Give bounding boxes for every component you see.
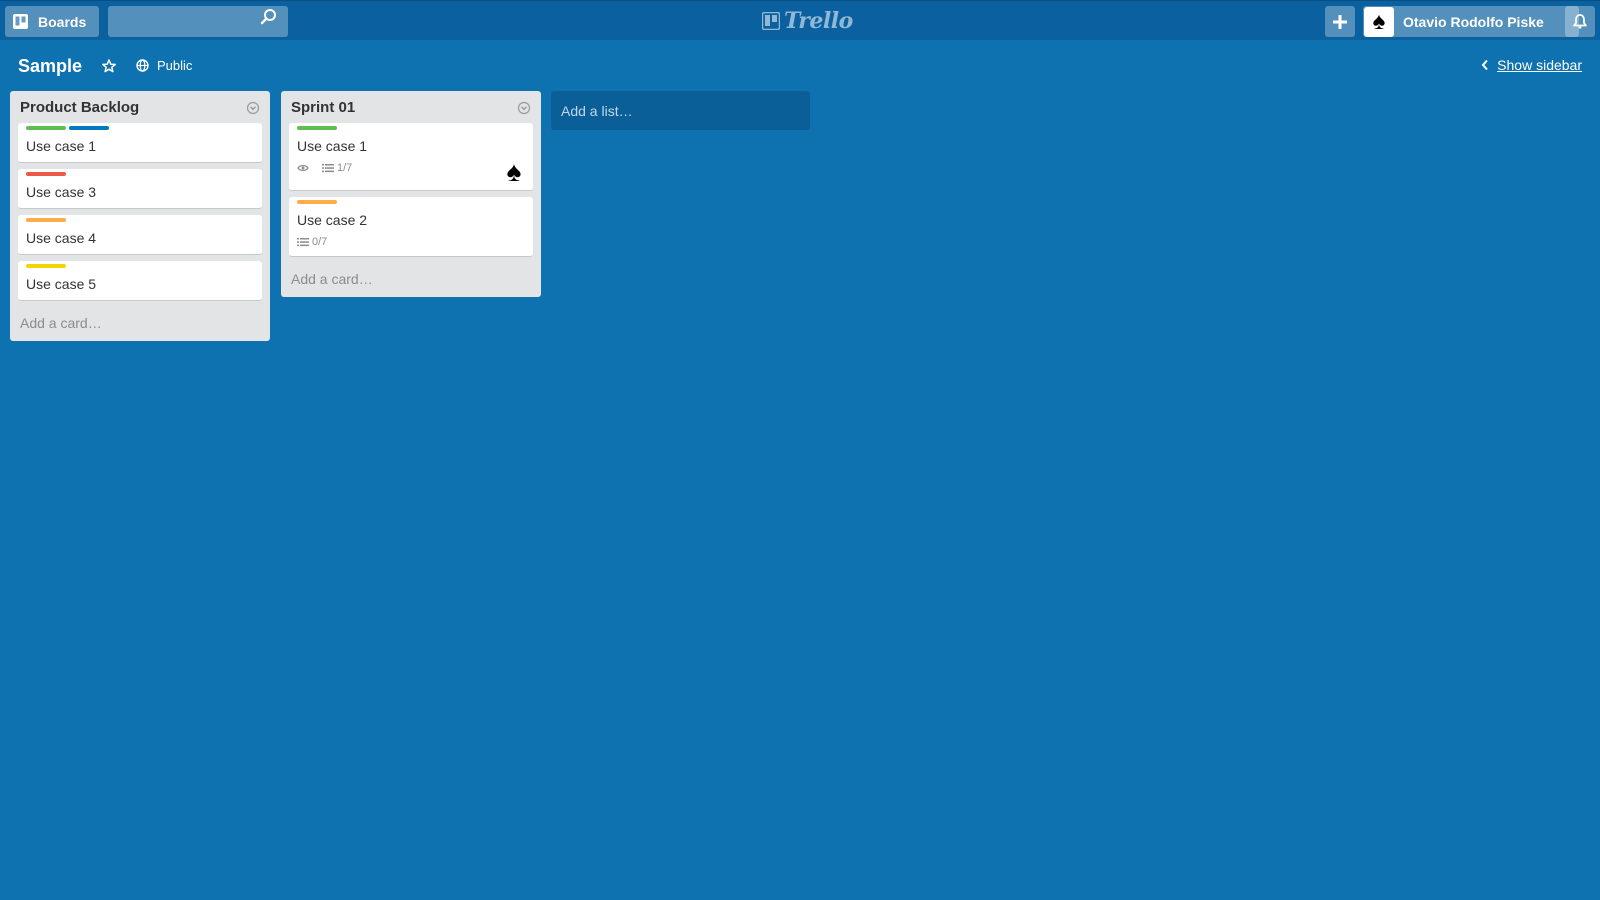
card-member-avatar[interactable]: ♠ [501, 158, 527, 186]
card[interactable]: Use case 5 [18, 261, 262, 301]
card-labels [297, 200, 525, 204]
label-red [26, 172, 66, 176]
board-title[interactable]: Sample [18, 56, 82, 77]
boards-label: Boards [38, 13, 87, 30]
checklist-badge: 0/7 [297, 236, 327, 248]
checklist-icon [322, 164, 334, 173]
search-icon[interactable] [260, 8, 277, 25]
list-product-backlog[interactable]: Product Backlog Use case 1 Use case 3 Us… [10, 91, 270, 341]
checklist-count: 0/7 [312, 236, 328, 248]
user-menu-button[interactable]: ♠ Otavio Rodolfo Piske [1363, 6, 1579, 37]
list-header: Sprint 01 [289, 91, 533, 123]
visibility-button[interactable]: Public [136, 58, 192, 73]
chevron-left-icon [1481, 59, 1488, 71]
list-header: Product Backlog [18, 91, 262, 123]
label-yellow [26, 264, 66, 268]
card[interactable]: Use case 1 1/7 ♠ [289, 123, 533, 191]
add-list-button[interactable]: Add a list… [551, 91, 810, 130]
list-sprint-01[interactable]: Sprint 01 Use case 1 1/7 ♠ Use case 2 0/… [281, 91, 541, 297]
label-blue [69, 126, 109, 130]
globe-icon [136, 59, 149, 72]
boards-button[interactable]: Boards [5, 6, 99, 37]
list-menu-icon[interactable] [246, 101, 260, 115]
checklist-badge: 1/7 [322, 162, 352, 174]
card-title: Use case 5 [26, 276, 97, 292]
card-badges: 0/7 [297, 236, 525, 248]
card-title: Use case 2 [297, 212, 368, 228]
checklist-count: 1/7 [337, 162, 353, 174]
logo-text: Trello [784, 8, 853, 34]
card-labels [26, 172, 254, 176]
star-icon[interactable] [102, 59, 116, 73]
eye-icon [297, 165, 309, 171]
card-labels [26, 264, 254, 268]
card-title: Use case 1 [297, 138, 368, 154]
card[interactable]: Use case 4 [18, 215, 262, 255]
card-title: Use case 1 [26, 138, 97, 154]
bell-icon [1573, 14, 1587, 29]
notifications-button[interactable] [1565, 6, 1595, 37]
card-labels [26, 126, 254, 130]
card[interactable]: Use case 3 [18, 169, 262, 209]
add-card-link[interactable]: Add a card… [18, 307, 262, 333]
card-title: Use case 4 [26, 230, 97, 246]
add-button[interactable] [1325, 6, 1355, 37]
top-header: Boards Trello ♠ Otavio Rodolfo Piske [0, 0, 1600, 40]
show-sidebar-label: Show sidebar [1497, 57, 1582, 73]
list-menu-icon[interactable] [517, 101, 531, 115]
label-orange [297, 200, 337, 204]
label-green [26, 126, 66, 130]
label-orange [26, 218, 66, 222]
trello-logo[interactable]: Trello [762, 8, 853, 34]
user-name: Otavio Rodolfo Piske [1403, 13, 1544, 30]
boards-icon [13, 14, 28, 29]
show-sidebar-link[interactable]: Show sidebar [1481, 57, 1582, 73]
card[interactable]: Use case 2 0/7 [289, 197, 533, 257]
label-green [297, 126, 337, 130]
card-badges: 1/7 [297, 162, 525, 174]
avatar: ♠ [1364, 6, 1394, 37]
trello-logo-icon [762, 12, 780, 30]
list-title[interactable]: Sprint 01 [291, 99, 355, 116]
card-labels [26, 218, 254, 222]
visibility-label: Public [157, 58, 193, 73]
add-card-link[interactable]: Add a card… [289, 263, 533, 289]
card[interactable]: Use case 1 [18, 123, 262, 163]
card-labels [297, 126, 525, 130]
plus-icon [1333, 14, 1347, 29]
card-title: Use case 3 [26, 184, 97, 200]
checklist-icon [297, 238, 309, 247]
watching-badge [297, 164, 312, 172]
list-title[interactable]: Product Backlog [20, 99, 139, 116]
